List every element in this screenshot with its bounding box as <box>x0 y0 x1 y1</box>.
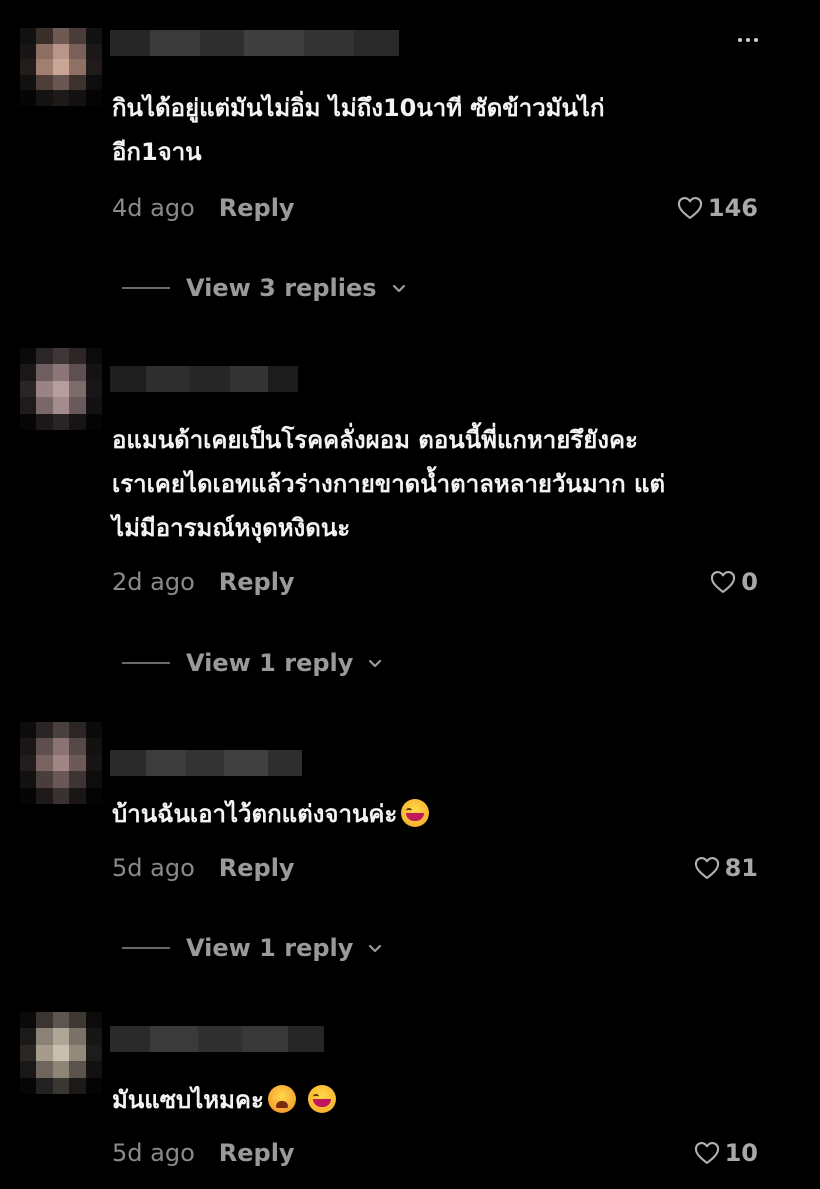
comment-text: อแมนด้าเคยเป็นโรคคลั่งผอม ตอนนี้พี่แกหาย… <box>112 426 666 542</box>
more-options-icon[interactable] <box>738 38 758 42</box>
laughing-crying-emoji-icon <box>401 799 430 827</box>
heart-icon <box>694 1142 719 1164</box>
heart-icon <box>677 197 703 219</box>
comment-text: บ้านฉันเอาไว้ตกแต่งจานค่ะ <box>112 792 772 836</box>
like-button[interactable]: 146 <box>676 190 758 226</box>
view-replies-label: View 3 replies <box>186 274 377 302</box>
avatar[interactable] <box>20 28 102 106</box>
avatar[interactable] <box>20 348 102 430</box>
comment-time: 5d ago <box>112 1139 195 1167</box>
view-replies-button[interactable]: View 1 reply <box>122 645 385 681</box>
comment-meta: 5d ago Reply <box>112 850 295 886</box>
username-blurred[interactable] <box>110 1026 324 1052</box>
reply-button[interactable]: Reply <box>219 854 295 882</box>
heart-icon <box>711 571 736 593</box>
view-replies-button[interactable]: View 1 reply <box>122 930 385 966</box>
chevron-down-icon <box>369 659 382 668</box>
view-replies-label: View 1 reply <box>186 649 354 677</box>
laughing-crying-emoji-icon <box>308 1085 337 1113</box>
avatar[interactable] <box>20 722 102 804</box>
comment-meta: 5d ago Reply <box>112 1135 295 1171</box>
like-button[interactable]: 10 <box>693 1135 758 1171</box>
tired-face-emoji-icon <box>267 1085 296 1113</box>
comment-text: มันแซบไหมคะ <box>112 1078 772 1122</box>
avatar[interactable] <box>20 1012 102 1094</box>
comment-text-content: บ้านฉันเอาไว้ตกแต่งจานค่ะ <box>112 800 398 828</box>
comment-text-content: มันแซบไหมคะ <box>112 1086 264 1114</box>
view-replies-button[interactable]: View 3 replies <box>122 270 409 306</box>
reply-button[interactable]: Reply <box>219 1139 295 1167</box>
username-blurred[interactable] <box>110 750 302 776</box>
heart-icon <box>694 857 719 879</box>
like-button[interactable]: 81 <box>693 850 758 886</box>
reply-button[interactable]: Reply <box>219 194 295 222</box>
comment-text: กินได้อยู่แต่มันไม่อิ่ม ไม่ถึง10นาที ซัด… <box>112 94 605 166</box>
view-replies-label: View 1 reply <box>186 934 354 962</box>
chevron-down-icon <box>369 944 382 953</box>
divider <box>122 662 170 664</box>
like-count: 81 <box>724 854 758 882</box>
like-count: 0 <box>741 568 758 596</box>
reply-button[interactable]: Reply <box>219 568 295 596</box>
comment-time: 4d ago <box>112 194 195 222</box>
username-blurred[interactable] <box>110 366 298 392</box>
divider <box>122 287 170 289</box>
like-count: 10 <box>724 1139 758 1167</box>
username-blurred[interactable] <box>110 30 399 56</box>
comment-meta: 4d ago Reply <box>112 190 295 226</box>
comment-meta: 2d ago Reply <box>112 564 295 600</box>
divider <box>122 947 170 949</box>
comment-time: 5d ago <box>112 854 195 882</box>
like-count: 146 <box>707 194 758 222</box>
chevron-down-icon <box>392 284 405 293</box>
comment-time: 2d ago <box>112 568 195 596</box>
like-button[interactable]: 0 <box>709 564 758 600</box>
